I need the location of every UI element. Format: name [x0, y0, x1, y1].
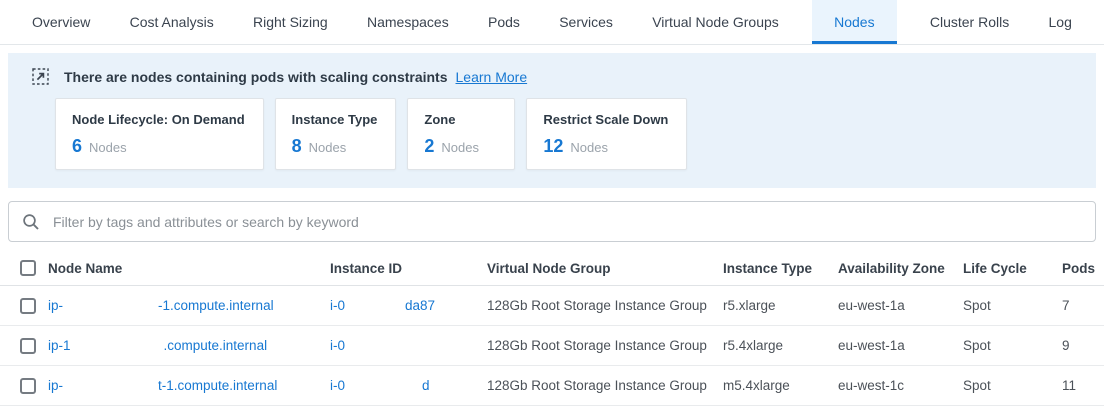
card-unit: Nodes: [570, 140, 608, 155]
tab-cost-analysis[interactable]: Cost Analysis: [124, 0, 220, 44]
redacted-gap: [63, 309, 158, 310]
card-title: Node Lifecycle: On Demand: [72, 112, 245, 127]
tab-right-sizing[interactable]: Right Sizing: [247, 0, 334, 44]
table-row: ip-t-1.compute.internal i-0d 128Gb Root …: [0, 366, 1104, 406]
redacted-gap: [345, 309, 405, 310]
search-icon: [22, 213, 40, 231]
pods-count-cell: 9: [1062, 338, 1104, 353]
instance-type-cell: m5.4xlarge: [723, 378, 838, 393]
node-name-link[interactable]: ip-t-1.compute.internal: [48, 378, 277, 393]
pods-count-cell: 11: [1062, 378, 1104, 393]
banner-header: There are nodes containing pods with sca…: [8, 53, 1096, 98]
redacted-gap: [71, 349, 164, 350]
redacted-gap: [345, 389, 422, 390]
redacted-gap: [63, 389, 158, 390]
column-header-availability-zone[interactable]: Availability Zone: [838, 261, 963, 276]
column-header-instance-id[interactable]: Instance ID: [330, 261, 487, 276]
row-checkbox[interactable]: [20, 378, 36, 394]
life-cycle-cell: Spot: [963, 338, 1062, 353]
virtual-node-group-cell: 128Gb Root Storage Instance Group: [487, 298, 723, 313]
instance-type-cell: r5.xlarge: [723, 298, 838, 313]
tab-services[interactable]: Services: [553, 0, 619, 44]
virtual-node-group-cell: 128Gb Root Storage Instance Group: [487, 338, 723, 353]
constraint-cards: Node Lifecycle: On Demand 6 Nodes Instan…: [8, 98, 1096, 170]
availability-zone-cell: eu-west-1a: [838, 338, 963, 353]
table-row: ip--1.compute.internal i-0da87 128Gb Roo…: [0, 286, 1104, 326]
column-header-life-cycle[interactable]: Life Cycle: [963, 261, 1062, 276]
availability-zone-cell: eu-west-1c: [838, 378, 963, 393]
filter-search-bar: [8, 201, 1096, 242]
virtual-node-group-cell: 128Gb Root Storage Instance Group: [487, 378, 723, 393]
row-checkbox[interactable]: [20, 338, 36, 354]
card-zone[interactable]: Zone 2 Nodes: [407, 98, 515, 170]
row-checkbox[interactable]: [20, 298, 36, 314]
tab-pods[interactable]: Pods: [482, 0, 526, 44]
card-title: Instance Type: [292, 112, 378, 127]
life-cycle-cell: Spot: [963, 378, 1062, 393]
card-unit: Nodes: [441, 140, 479, 155]
scale-out-icon: [32, 68, 49, 85]
cluster-tab-bar: Overview Cost Analysis Right Sizing Name…: [0, 0, 1104, 45]
table-header-row: Node Name Instance ID Virtual Node Group…: [0, 251, 1104, 286]
tab-virtual-node-groups[interactable]: Virtual Node Groups: [646, 0, 785, 44]
instance-id-link[interactable]: i-0da87: [330, 298, 435, 313]
card-unit: Nodes: [309, 140, 347, 155]
card-unit: Nodes: [89, 140, 127, 155]
search-input[interactable]: [51, 213, 1082, 231]
learn-more-link[interactable]: Learn More: [456, 69, 528, 85]
card-title: Restrict Scale Down: [543, 112, 668, 127]
column-header-virtual-node-group[interactable]: Virtual Node Group: [487, 261, 723, 276]
card-node-lifecycle[interactable]: Node Lifecycle: On Demand 6 Nodes: [55, 98, 264, 170]
node-name-link[interactable]: ip-1.compute.internal: [48, 338, 267, 353]
scaling-constraints-banner: There are nodes containing pods with sca…: [8, 53, 1096, 188]
card-title: Zone: [424, 112, 496, 127]
tab-nodes[interactable]: Nodes: [812, 0, 896, 44]
banner-message: There are nodes containing pods with sca…: [64, 69, 448, 85]
card-count: 2: [424, 136, 434, 157]
instance-id-link[interactable]: i-0: [330, 338, 345, 353]
nodes-table: Node Name Instance ID Virtual Node Group…: [0, 251, 1104, 406]
card-restrict-scale-down[interactable]: Restrict Scale Down 12 Nodes: [526, 98, 687, 170]
card-count: 8: [292, 136, 302, 157]
tab-cluster-rolls[interactable]: Cluster Rolls: [924, 0, 1015, 44]
card-instance-type[interactable]: Instance Type 8 Nodes: [275, 98, 397, 170]
life-cycle-cell: Spot: [963, 298, 1062, 313]
column-header-node-name[interactable]: Node Name: [48, 261, 330, 276]
pods-count-cell: 7: [1062, 298, 1104, 313]
tab-overview[interactable]: Overview: [26, 0, 96, 44]
tab-namespaces[interactable]: Namespaces: [361, 0, 455, 44]
node-name-link[interactable]: ip--1.compute.internal: [48, 298, 274, 313]
instance-type-cell: r5.4xlarge: [723, 338, 838, 353]
table-row: ip-1.compute.internal i-0 128Gb Root Sto…: [0, 326, 1104, 366]
instance-id-link[interactable]: i-0d: [330, 378, 430, 393]
column-header-instance-type[interactable]: Instance Type: [723, 261, 838, 276]
tab-log[interactable]: Log: [1043, 0, 1078, 44]
column-header-pods[interactable]: Pods: [1062, 261, 1104, 276]
card-count: 12: [543, 136, 563, 157]
select-all-checkbox[interactable]: [20, 260, 36, 276]
card-count: 6: [72, 136, 82, 157]
availability-zone-cell: eu-west-1a: [838, 298, 963, 313]
